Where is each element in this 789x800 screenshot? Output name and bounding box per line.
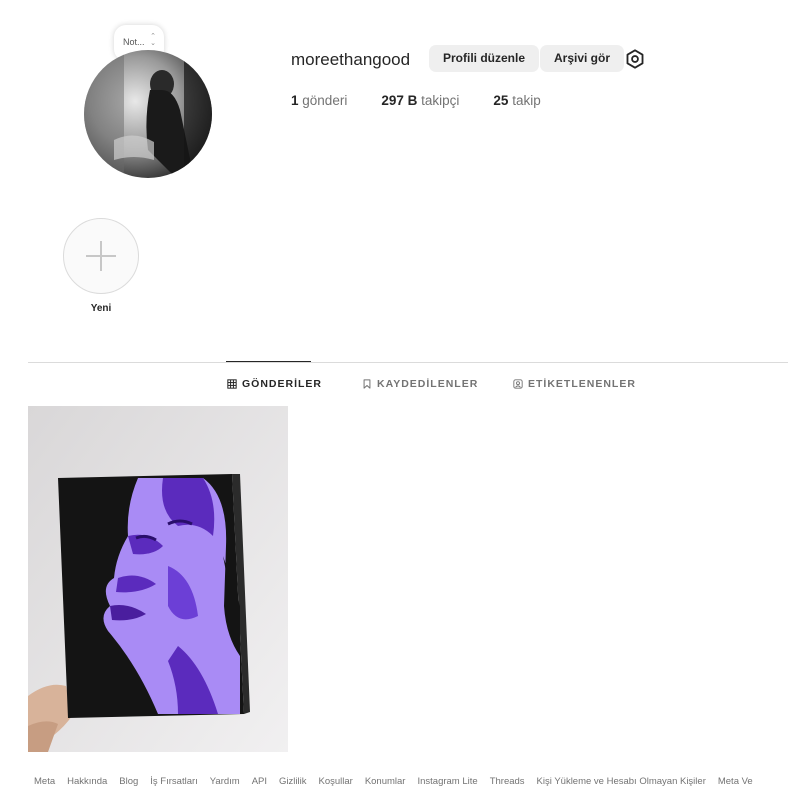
followers-count: 297 B [381, 93, 418, 108]
new-highlight-button[interactable] [63, 218, 139, 294]
tab-posts-label: GÖNDERİLER [242, 378, 323, 390]
followers-label: takipçi [421, 93, 460, 108]
tag-user-icon [513, 379, 523, 389]
posts-stat[interactable]: 1 gönderi [291, 93, 347, 108]
footer-link[interactable]: Yardım [210, 776, 240, 787]
footer-link[interactable]: Threads [490, 776, 525, 787]
posts-count: 1 [291, 93, 299, 108]
followers-stat[interactable]: 297 B takipçi [381, 93, 459, 108]
footer-link[interactable]: Kişi Yükleme ve Hesabı Olmayan Kişiler [537, 776, 706, 787]
settings-gear-icon[interactable] [624, 48, 646, 70]
plus-icon-bar [86, 255, 116, 257]
profile-stats: 1 gönderi 297 B takipçi 25 takip [291, 93, 541, 108]
footer-link[interactable]: Meta Ve [718, 776, 753, 787]
active-tab-indicator [226, 361, 311, 362]
footer-link[interactable]: Gizlilik [279, 776, 306, 787]
tab-tagged-label: ETİKETLENENLER [528, 378, 636, 390]
footer-link[interactable]: Koşullar [318, 776, 352, 787]
avatar[interactable] [84, 50, 212, 178]
tab-saved-label: KAYDEDİLENLER [377, 378, 479, 390]
following-label: takip [512, 93, 541, 108]
footer-link[interactable]: API [252, 776, 267, 787]
footer-link[interactable]: Meta [34, 776, 55, 787]
following-count: 25 [493, 93, 509, 108]
note-text: Not... [123, 37, 145, 47]
footer-link[interactable]: Hakkında [67, 776, 107, 787]
edit-profile-button[interactable]: Profili düzenle [429, 45, 540, 72]
tab-tagged[interactable]: ETİKETLENENLER [513, 378, 636, 390]
bookmark-icon [363, 379, 371, 389]
footer-links: Meta Hakkında Blog İş Fırsatları Yardım … [34, 776, 753, 787]
tabs-divider [28, 362, 788, 363]
tab-posts[interactable]: GÖNDERİLER [227, 378, 322, 390]
footer-link[interactable]: Blog [119, 776, 138, 787]
post-thumbnail[interactable] [28, 406, 288, 752]
username: moreethangood [291, 50, 411, 69]
grid-icon [227, 379, 237, 389]
tab-saved[interactable]: KAYDEDİLENLER [362, 378, 478, 390]
note-arrows-icon: ⌃ ⌄ [150, 33, 156, 47]
footer-link[interactable]: Konumlar [365, 776, 406, 787]
new-highlight-label: Yeni [90, 303, 112, 314]
following-stat[interactable]: 25 takip [493, 93, 540, 108]
posts-label: gönderi [302, 93, 348, 108]
footer-link[interactable]: İş Fırsatları [150, 776, 198, 787]
view-archive-button[interactable]: Arşivi gör [540, 45, 625, 72]
footer-link[interactable]: Instagram Lite [417, 776, 477, 787]
